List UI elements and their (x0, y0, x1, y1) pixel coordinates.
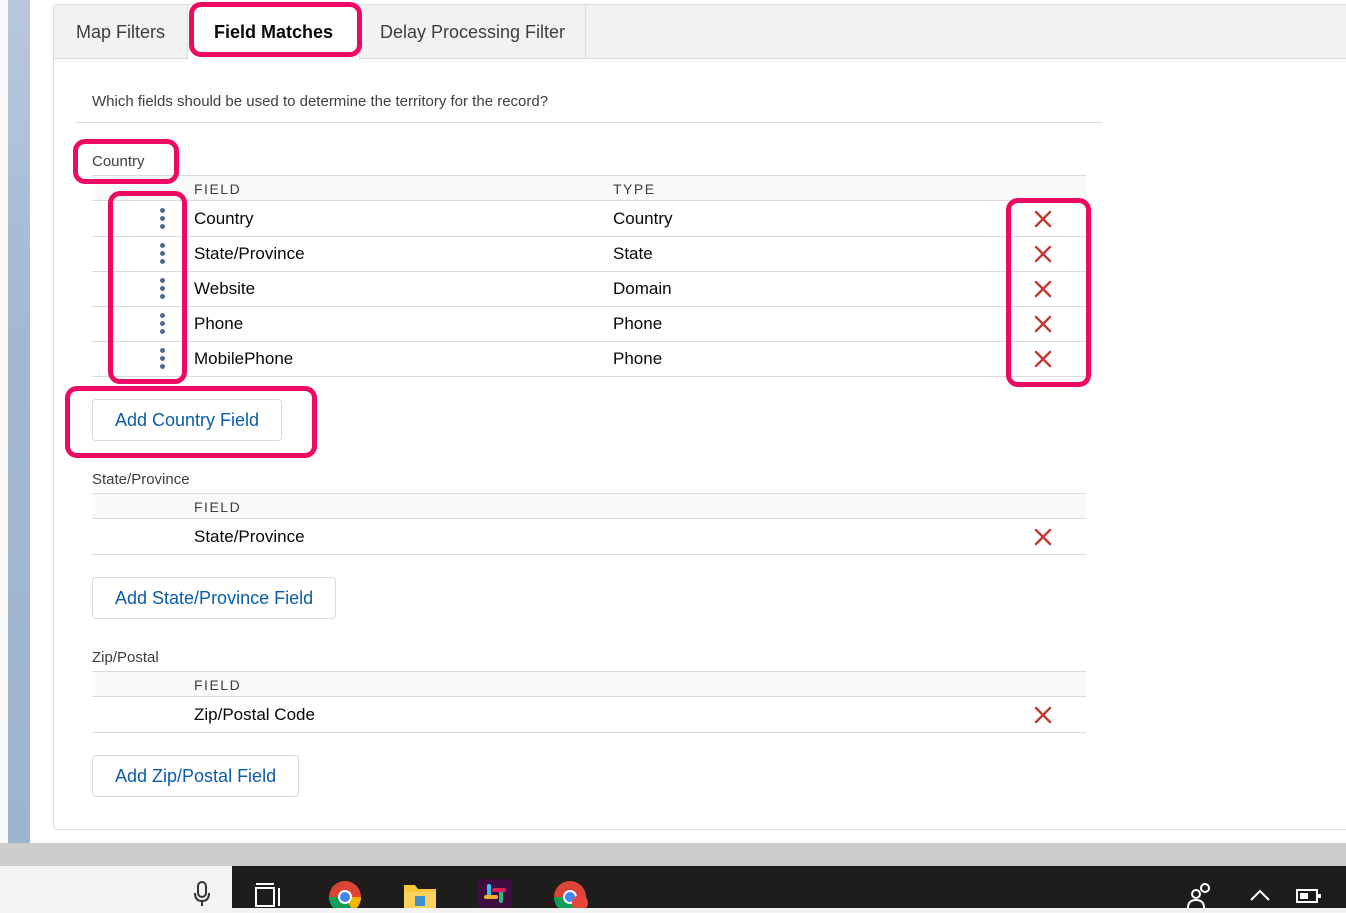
table-row: MobilePhone Phone (92, 342, 1086, 377)
table-row: Zip/Postal Code (92, 698, 1086, 733)
people-icon[interactable] (1186, 882, 1214, 913)
field-name: Country (194, 209, 254, 228)
column-header-field: FIELD (194, 499, 242, 515)
add-zip-postal-field-button[interactable]: Add Zip/Postal Field (92, 755, 300, 797)
add-state-province-field-button[interactable]: Add State/Province Field (92, 577, 337, 619)
side-decoration (8, 0, 30, 843)
field-type: Domain (613, 279, 672, 298)
table-row: Country Country (92, 202, 1086, 237)
microphone-icon[interactable] (192, 880, 212, 913)
close-icon[interactable] (1032, 278, 1054, 300)
drag-handle-icon[interactable] (158, 243, 166, 267)
close-icon[interactable] (1032, 313, 1054, 335)
close-icon[interactable] (1032, 526, 1054, 548)
field-name: Website (194, 279, 256, 298)
battery-icon[interactable] (1296, 888, 1322, 909)
divider (76, 122, 1102, 123)
country-section-label: Country (92, 153, 145, 170)
close-icon[interactable] (1032, 704, 1054, 726)
field-type: Phone (613, 314, 663, 333)
close-icon[interactable] (1032, 243, 1054, 265)
drag-handle-icon[interactable] (158, 278, 166, 302)
column-header-field: FIELD (194, 677, 242, 693)
field-name: MobilePhone (194, 349, 294, 368)
tab-delay-processing-filter[interactable]: Delay Processing Filter (360, 5, 586, 59)
field-name: State/Province (194, 527, 305, 546)
field-name: Phone (194, 314, 244, 333)
field-name: Zip/Postal Code (194, 705, 315, 724)
state-section-label: State/Province (92, 471, 190, 488)
table-row: State/Province State (92, 237, 1086, 272)
drag-handle-icon[interactable] (158, 208, 166, 232)
task-view-icon[interactable] (254, 882, 284, 913)
close-icon[interactable] (1032, 348, 1054, 370)
column-header-field: FIELD (194, 181, 242, 197)
chevron-up-icon[interactable] (1249, 888, 1271, 907)
tab-map-filters[interactable]: Map Filters (54, 5, 187, 59)
close-icon[interactable] (1032, 208, 1054, 230)
file-explorer-icon[interactable] (403, 881, 437, 913)
field-question: Which fields should be used to determine… (92, 93, 549, 110)
field-name: State/Province (194, 244, 305, 263)
table-header: FIELD (92, 493, 1086, 519)
table-header: FIELD (92, 671, 1086, 697)
table-row: Website Domain (92, 272, 1086, 307)
settings-panel: Map Filters Field Matches Delay Processi… (53, 4, 1346, 830)
drag-handle-icon[interactable] (158, 313, 166, 337)
tab-field-matches[interactable]: Field Matches (187, 5, 360, 60)
column-header-type: TYPE (613, 181, 656, 197)
zip-section-label: Zip/Postal (92, 649, 159, 666)
field-type: State (613, 244, 653, 263)
tab-bar: Map Filters Field Matches Delay Processi… (54, 5, 1346, 60)
field-type: Phone (613, 349, 663, 368)
table-row: Phone Phone (92, 307, 1086, 342)
window-edge (0, 0, 8, 843)
drag-handle-icon[interactable] (158, 348, 166, 372)
table-row: State/Province (92, 520, 1086, 555)
scroll-area (0, 843, 1346, 866)
field-type: Country (613, 209, 673, 228)
table-header: FIELD TYPE (92, 175, 1086, 201)
add-country-field-button[interactable]: Add Country Field (92, 399, 283, 441)
